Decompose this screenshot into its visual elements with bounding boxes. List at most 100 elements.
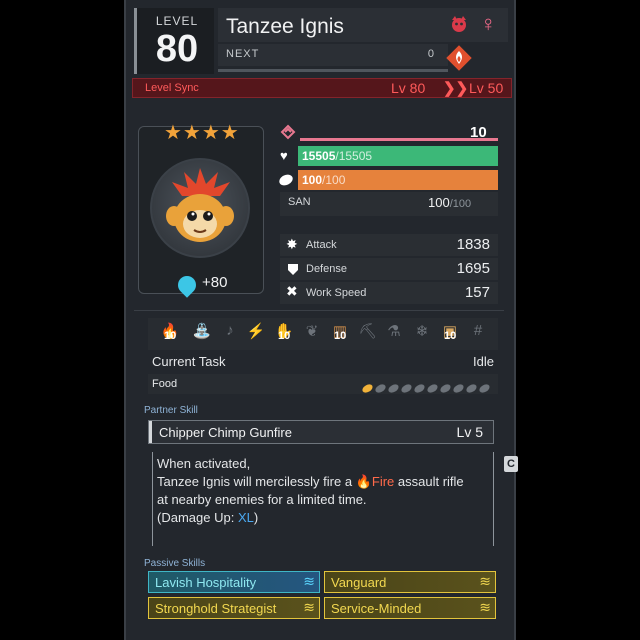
medicine-icon: ⚗: [387, 323, 401, 340]
desc-line-2c: assault rifle: [397, 474, 464, 489]
workspeed-icon: ✖: [286, 283, 298, 299]
divider: [134, 310, 504, 311]
san-current: 100: [428, 195, 450, 210]
trust-icon: [280, 124, 296, 140]
panel-border-right: [514, 0, 516, 640]
kindling-level: 10: [164, 330, 177, 342]
fire-element-icon: 🔥: [355, 474, 372, 489]
attack-label: Attack: [306, 239, 337, 251]
passive-skill-stronghold-strategist[interactable]: Stronghold Strategist ≋: [148, 597, 320, 619]
desc-line-1: When activated,: [157, 456, 251, 471]
san-text: 100/100: [428, 195, 471, 210]
partner-skill-header: Chipper Chimp Gunfire Lv 5: [148, 420, 494, 444]
current-task-label: Current Task: [152, 354, 226, 369]
hp-max: /15505: [335, 149, 373, 163]
generating-icon: ⚡: [246, 323, 266, 340]
food-pip-empty: [412, 382, 427, 395]
gender-female-icon: ♀: [480, 11, 497, 36]
food-pip-empty: [451, 382, 466, 395]
food-gauge: [360, 379, 496, 395]
food-row: Food: [148, 374, 498, 395]
handiwork-level: 10: [278, 330, 291, 342]
passive-skill-service-minded[interactable]: Service-Minded ≋: [324, 597, 496, 619]
desc-line-4c: ): [253, 510, 259, 525]
lumbering-level: 10: [334, 330, 347, 342]
attack-row: ✸ Attack 1838: [280, 234, 498, 256]
rank-stars: ★★★★: [164, 122, 240, 144]
gathering-icon: ❦: [305, 323, 319, 340]
food-pip-empty: [438, 382, 453, 395]
pal-name: Tanzee Ignis: [226, 15, 344, 38]
passive-skill-label: Lavish Hospitality: [155, 575, 257, 590]
level-label: LEVEL: [155, 14, 199, 28]
next-value: 0: [427, 48, 434, 60]
pal-avatar: [150, 158, 250, 258]
pal-summary-panel: LEVEL 80 Tanzee Ignis ♀ NEXT 0 Level Syn…: [124, 0, 516, 640]
current-task-row: Current Task Idle: [148, 352, 500, 372]
defense-label: Defense: [306, 263, 347, 275]
tanzee-ignis-portrait-icon: [166, 168, 234, 242]
attack-value: 1838: [456, 236, 490, 253]
element-fire-icon: [446, 45, 472, 71]
next-label: NEXT: [226, 48, 260, 60]
soul-bonus-value: +80: [202, 274, 228, 291]
food-pip-empty: [425, 382, 440, 395]
level-sync-bar: Level Sync Lv 80 ❯❯ Lv 50: [132, 78, 512, 98]
hunger-max: /100: [322, 173, 346, 187]
rank-up-3-icon: ≋: [303, 599, 315, 615]
workspeed-row: ✖ Work Speed 157: [280, 282, 498, 304]
farming-icon: #: [473, 322, 483, 339]
hunger-icon: [279, 174, 293, 186]
hunger-text: 100/100: [302, 173, 345, 187]
rank-up-3-icon: ≋: [303, 573, 315, 589]
partner-skill-section-title: Partner Skill: [144, 405, 198, 416]
cooling-icon: ❄: [415, 323, 429, 340]
partner-skill-name: Chipper Chimp Gunfire: [159, 425, 292, 440]
san-max: /100: [449, 198, 472, 210]
partner-skill-level: Lv 5: [456, 424, 483, 440]
passive-skill-label: Service-Minded: [331, 601, 422, 616]
food-label: Food: [152, 378, 178, 390]
defense-shield-icon: [288, 264, 298, 275]
food-pip-empty: [399, 382, 414, 395]
level-sync-to: Lv 50: [469, 80, 504, 96]
desc-line-2a: Tanzee Ignis will mercilessly fire a: [157, 474, 353, 489]
level-number: 80: [155, 28, 199, 70]
food-pip-empty: [464, 382, 479, 395]
san-label: SAN: [288, 196, 311, 208]
level-box: LEVEL 80: [134, 8, 214, 74]
panel-border-left: [124, 0, 126, 640]
hp-text: 15505/15505: [302, 149, 372, 163]
hunger-bar-track: 100/100: [298, 170, 498, 190]
level-sync-label: Level Sync: [145, 82, 199, 94]
partner-skill-description: When activated, Tanzee Ignis will mercil…: [152, 452, 494, 546]
element-devil-icon: [452, 16, 466, 32]
mining-icon: ⛏: [358, 323, 378, 340]
desc-line-2: Tanzee Ignis will mercilessly fire a 🔥Fi…: [157, 474, 464, 490]
rank-up-3-icon: ≋: [479, 573, 491, 589]
passive-skills-section-title: Passive Skills: [144, 558, 206, 569]
passive-skill-lavish-hospitality[interactable]: Lavish Hospitality ≋: [148, 571, 320, 593]
name-box: Tanzee Ignis ♀: [218, 8, 508, 42]
food-pip-empty: [477, 382, 492, 395]
food-pip-empty: [373, 382, 388, 395]
transporting-level: 10: [444, 330, 457, 342]
rank-up-3-icon: ≋: [479, 599, 491, 615]
level-sync-arrow: ❯❯: [443, 80, 469, 97]
trust-bar: [300, 138, 498, 141]
attack-icon: ✸: [286, 236, 298, 252]
food-pip-filled: [360, 382, 375, 395]
desc-fire-keyword: Fire: [371, 474, 395, 489]
side-tab-button[interactable]: C: [504, 456, 518, 472]
level-sync-from: Lv 80: [391, 80, 426, 96]
next-exp-box: NEXT 0: [218, 44, 448, 66]
passive-skill-vanguard[interactable]: Vanguard ≋: [324, 571, 496, 593]
desc-line-3: at nearby enemies for a limited time.: [157, 492, 367, 507]
hp-bar-track: 15505/15505: [298, 146, 498, 166]
passive-skill-label: Stronghold Strategist: [155, 601, 277, 616]
planting-icon: ♪: [226, 322, 234, 339]
workspeed-value: 157: [464, 284, 490, 301]
defense-value: 1695: [456, 260, 490, 277]
desc-line-4: (Damage Up: XL): [157, 510, 258, 525]
hp-heart-icon: ♥: [280, 148, 288, 163]
